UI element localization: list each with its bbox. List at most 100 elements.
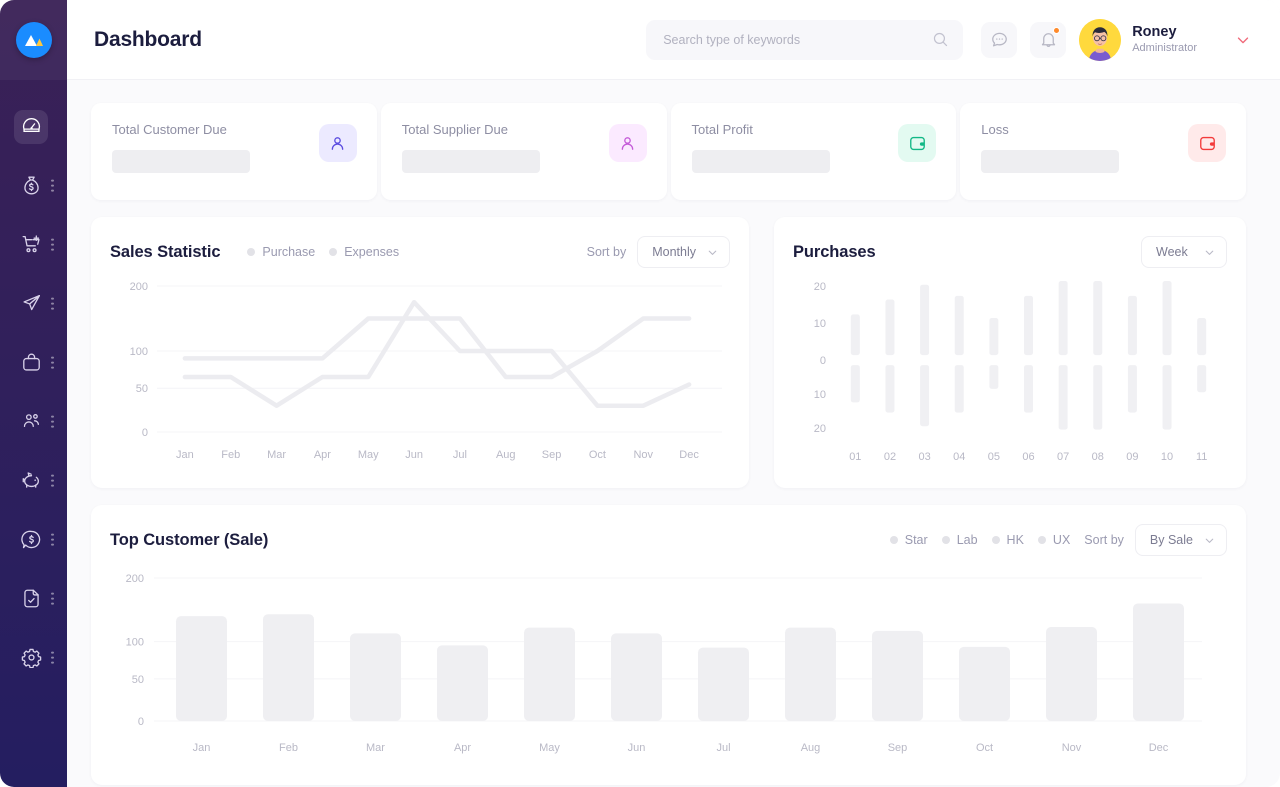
svg-text:Aug: Aug: [496, 449, 516, 461]
legend-item-expenses[interactable]: Expenses: [329, 245, 399, 259]
sales-statistic-card: Sales Statistic Purchase Expenses: [91, 217, 749, 488]
legend-label: Expenses: [344, 245, 399, 259]
mountain-logo-icon: [16, 22, 52, 58]
chevron-down-icon: [1203, 534, 1216, 547]
sidebar-more-dots[interactable]: [51, 297, 54, 310]
sidebar-more-dots[interactable]: [51, 238, 54, 251]
legend-label: UX: [1053, 533, 1070, 547]
legend-label: Lab: [957, 533, 978, 547]
sidebar: [0, 0, 67, 787]
top-customer-sort-select[interactable]: By Sale: [1135, 524, 1227, 556]
stat-value-skeleton: [692, 150, 830, 173]
sidebar-more-dots[interactable]: [51, 474, 54, 487]
page-title: Dashboard: [94, 28, 202, 52]
svg-text:10: 10: [814, 389, 826, 401]
purchases-card-header: Purchases Week: [793, 236, 1246, 268]
main-area: Dashboard: [67, 0, 1280, 787]
notifications-button[interactable]: [1030, 22, 1066, 58]
legend-item-lab[interactable]: Lab: [942, 533, 978, 547]
user-menu[interactable]: Roney Administrator: [1079, 19, 1252, 61]
stat-card-total-profit[interactable]: Total Profit: [671, 103, 957, 200]
sidebar-nav: [0, 80, 67, 687]
svg-text:20: 20: [814, 281, 826, 293]
messages-button[interactable]: [981, 22, 1017, 58]
paper-plane-icon: [14, 287, 48, 321]
svg-text:200: 200: [126, 573, 144, 585]
chat-bubble-icon: [990, 30, 1009, 49]
user-name: Roney: [1132, 23, 1197, 41]
users-icon: [14, 405, 48, 439]
svg-text:09: 09: [1126, 451, 1138, 463]
stat-card-supplier-due[interactable]: Total Supplier Due: [381, 103, 667, 200]
top-customer-legend: Star Lab HK UX: [890, 533, 1071, 547]
sidebar-item-reports[interactable]: [0, 569, 67, 628]
legend-item-ux[interactable]: UX: [1038, 533, 1070, 547]
top-customer-card-header: Top Customer (Sale) Star Lab: [110, 524, 1246, 556]
cart-plus-icon: [14, 228, 48, 262]
svg-text:08: 08: [1092, 451, 1104, 463]
svg-text:50: 50: [136, 383, 148, 395]
svg-text:Jun: Jun: [628, 742, 646, 754]
wallet-icon: [898, 124, 936, 162]
sidebar-item-send[interactable]: [0, 274, 67, 333]
purchases-range-select[interactable]: Week: [1141, 236, 1227, 268]
sidebar-item-purchases[interactable]: [0, 215, 67, 274]
sidebar-more-dots[interactable]: [51, 415, 54, 428]
stat-label: Total Customer Due: [112, 122, 250, 137]
sidebar-more-dots[interactable]: [51, 651, 54, 664]
legend-label: Star: [905, 533, 928, 547]
stat-label: Loss: [981, 122, 1119, 137]
stat-label: Total Profit: [692, 122, 830, 137]
stat-card-customer-due[interactable]: Total Customer Due: [91, 103, 377, 200]
svg-text:Nov: Nov: [1062, 742, 1082, 754]
svg-text:Apr: Apr: [454, 742, 471, 754]
svg-text:Jan: Jan: [193, 742, 211, 754]
svg-text:Jul: Jul: [716, 742, 730, 754]
legend-item-purchase[interactable]: Purchase: [247, 245, 315, 259]
svg-text:04: 04: [953, 451, 965, 463]
legend-dot-icon: [329, 248, 337, 256]
legend-dot-icon: [992, 536, 1000, 544]
sales-sort-select[interactable]: Monthly: [637, 236, 730, 268]
person-icon: [609, 124, 647, 162]
topbar: Dashboard: [67, 0, 1280, 80]
sidebar-more-dots[interactable]: [51, 179, 54, 192]
stat-card-loss[interactable]: Loss: [960, 103, 1246, 200]
svg-text:0: 0: [820, 355, 826, 367]
svg-text:10: 10: [814, 318, 826, 330]
svg-text:0: 0: [142, 427, 148, 439]
svg-text:07: 07: [1057, 451, 1069, 463]
legend-item-star[interactable]: Star: [890, 533, 928, 547]
user-info: Roney Administrator: [1132, 23, 1197, 56]
sidebar-item-savings[interactable]: [0, 451, 67, 510]
svg-text:20: 20: [814, 423, 826, 435]
sidebar-item-dashboard[interactable]: [0, 97, 67, 156]
svg-text:02: 02: [884, 451, 896, 463]
sidebar-item-finance[interactable]: [0, 156, 67, 215]
stat-body: Loss: [981, 122, 1119, 173]
sidebar-more-dots[interactable]: [51, 592, 54, 605]
purchases-title: Purchases: [793, 243, 876, 262]
sales-sort-label: Sort by: [587, 245, 627, 259]
svg-text:06: 06: [1022, 451, 1034, 463]
app-logo[interactable]: [0, 0, 67, 80]
search-input[interactable]: [663, 33, 932, 47]
sidebar-item-payments[interactable]: [0, 510, 67, 569]
svg-text:Jul: Jul: [453, 449, 467, 461]
search-icon[interactable]: [932, 31, 949, 48]
svg-text:50: 50: [132, 674, 144, 686]
sidebar-item-settings[interactable]: [0, 628, 67, 687]
search-box[interactable]: [646, 20, 963, 60]
svg-text:01: 01: [849, 451, 861, 463]
legend-item-hk[interactable]: HK: [992, 533, 1024, 547]
content: Total Customer Due Total Supplier Due: [67, 80, 1280, 787]
svg-text:05: 05: [988, 451, 1000, 463]
sidebar-more-dots[interactable]: [51, 356, 54, 369]
sales-line-chart: 050100200JanFebMarAprMayJunJulAugSepOctN…: [110, 268, 749, 468]
chevron-down-icon[interactable]: [1234, 31, 1252, 49]
sidebar-more-dots[interactable]: [51, 533, 54, 546]
purchases-card: Purchases Week 2010010200102030405060708…: [774, 217, 1246, 488]
legend-label: HK: [1007, 533, 1024, 547]
sidebar-item-products[interactable]: [0, 333, 67, 392]
sidebar-item-customers[interactable]: [0, 392, 67, 451]
